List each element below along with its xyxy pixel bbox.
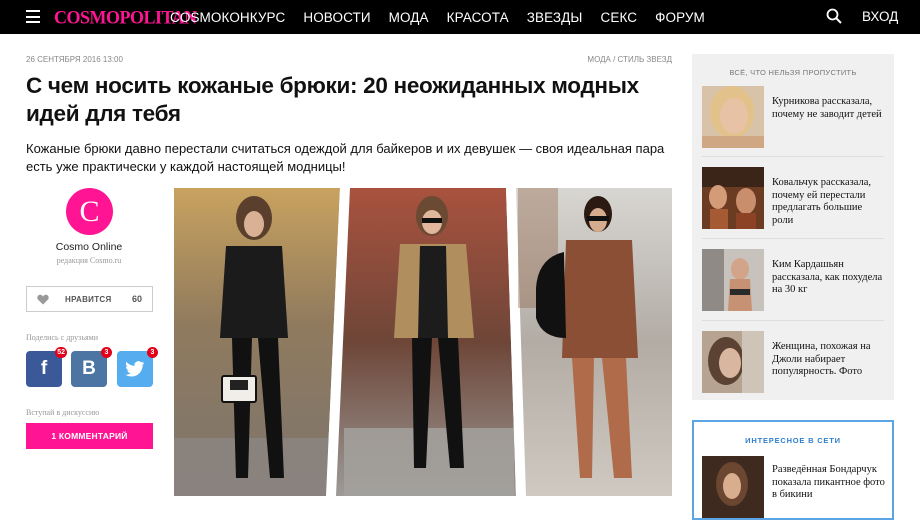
top-navigation-bar: COSMOPOLITAN COSMOКОНКУРС НОВОСТИ МОДА К… [0, 0, 920, 34]
facebook-share-button[interactable]: f 52 [26, 347, 67, 387]
sidebar-item-text: Ким Кардашьян рассказала, как похудела н… [772, 259, 883, 295]
nav-item-sex[interactable]: СЕКС [600, 10, 637, 25]
nav-item-forum[interactable]: ФОРУМ [655, 10, 705, 25]
sidebar-item-text: Курникова рассказала, почему не заводит … [772, 96, 882, 120]
menu-icon[interactable] [26, 10, 40, 23]
nav-item-cosmokonkurs[interactable]: COSMOКОНКУРС [170, 10, 285, 25]
twitter-bird-icon [125, 361, 145, 377]
author-role: редакция Cosmo.ru [56, 256, 122, 265]
sidebar-item-kournikova[interactable]: Курникова рассказала, почему не заводит … [702, 86, 884, 148]
thumbnail-image [702, 249, 764, 311]
comments-button[interactable]: 1 КОММЕНТАРИЙ [26, 423, 153, 449]
breadcrumb[interactable]: МОДА / СТИЛЬ ЗВЕЗД [587, 55, 672, 64]
main-nav: COSMOКОНКУРС НОВОСТИ МОДА КРАСОТА ЗВЕЗДЫ… [170, 0, 705, 34]
web-recommendations-box: ИНТЕРЕСНОЕ В СЕТИ Разведённая Бондарчук … [692, 420, 894, 520]
article-hero-image[interactable] [174, 188, 672, 496]
login-link[interactable]: ВХОД [862, 9, 898, 24]
web-item-text: Разведённая Бондарчук показала пикантное… [772, 464, 885, 500]
must-see-title: ВСЁ, ЧТО НЕЛЬЗЯ ПРОПУСТИТЬ [729, 68, 857, 77]
facebook-icon: f [40, 358, 48, 379]
share-label: Поделись с друзьями [26, 333, 98, 342]
like-button[interactable]: НРАВИТСЯ 60 [26, 286, 153, 312]
nav-item-news[interactable]: НОВОСТИ [303, 10, 370, 25]
sidebar-item-text: Ковальчук рассказала, почему ей перестал… [772, 177, 872, 226]
like-label: НРАВИТСЯ [65, 294, 112, 304]
nav-item-beauty[interactable]: КРАСОТА [447, 10, 509, 25]
article-lead: Кожаные брюки давно перестали считаться … [26, 141, 665, 174]
author-avatar[interactable]: C [66, 188, 113, 235]
sidebar-item-kardashian[interactable]: Ким Кардашьян рассказала, как похудела н… [702, 249, 884, 311]
article-date: 26 СЕНТЯБРЯ 2016 13:00 [26, 55, 123, 64]
nav-item-stars[interactable]: ЗВЕЗДЫ [527, 10, 583, 25]
web-recommendations-title: ИНТЕРЕСНОЕ В СЕТИ [745, 436, 841, 445]
vk-share-button[interactable]: B 3 [71, 347, 112, 387]
like-count: 60 [131, 294, 142, 304]
facebook-share-count: 52 [55, 347, 67, 358]
discussion-label: Вступай в дискуссию [26, 408, 100, 417]
thumbnail-image [702, 86, 764, 148]
nav-item-fashion[interactable]: МОДА [389, 10, 429, 25]
twitter-share-count: 3 [147, 347, 158, 358]
thumbnail-image [702, 456, 764, 518]
sidebar-item-kovalchuk[interactable]: Ковальчук рассказала, почему ей перестал… [702, 167, 884, 229]
vk-icon: B [82, 358, 96, 379]
search-icon[interactable] [826, 8, 842, 24]
twitter-share-button[interactable]: 3 [117, 347, 158, 387]
sidebar-item-jolie-lookalike[interactable]: Женщина, похожая на Джоли набирает попул… [702, 331, 884, 393]
sidebar-item-text: Женщина, похожая на Джоли набирает попул… [772, 341, 871, 377]
thumbnail-image [702, 331, 764, 393]
thumbnail-image [702, 167, 764, 229]
must-see-sidebar: ВСЁ, ЧТО НЕЛЬЗЯ ПРОПУСТИТЬ Курникова рас… [692, 54, 894, 400]
web-item-bondarchuk[interactable]: Разведённая Бондарчук показала пикантное… [702, 456, 885, 518]
article-title: С чем носить кожаные брюки: 20 неожиданн… [26, 73, 639, 126]
heart-icon [37, 294, 49, 304]
author-name[interactable]: Cosmo Online [26, 241, 152, 253]
vk-share-count: 3 [101, 347, 112, 358]
